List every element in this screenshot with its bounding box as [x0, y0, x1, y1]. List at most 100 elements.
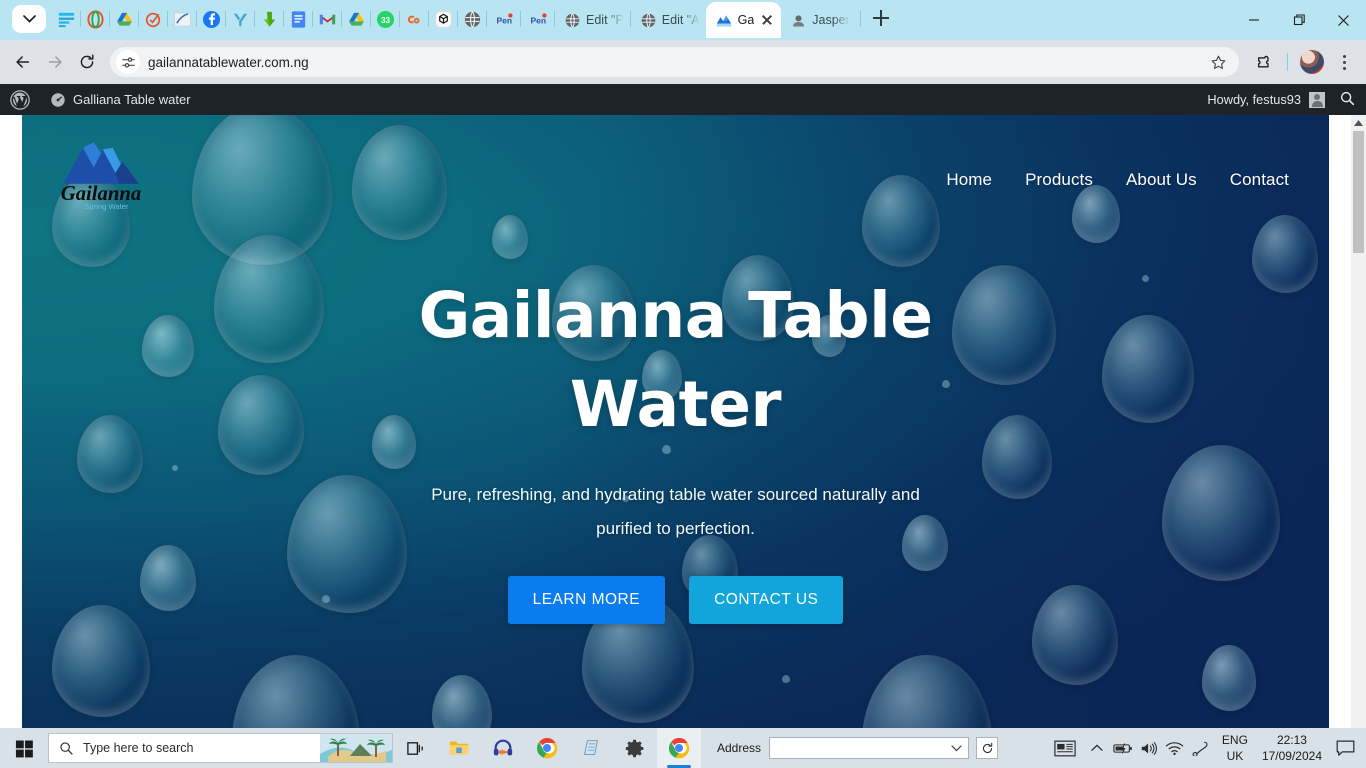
hero-cta-row: LEARN MORE CONTACT US	[507, 575, 844, 624]
pinned-tab-google-drive-2[interactable]	[342, 2, 370, 36]
nav-item-contact[interactable]: Contact	[1230, 170, 1289, 190]
headphones-icon	[493, 739, 513, 756]
pinned-tab-chatgpt[interactable]	[429, 2, 457, 36]
volume-icon	[1141, 741, 1157, 755]
pinned-tab-cpanel[interactable]	[400, 2, 428, 36]
chrome-active-button[interactable]	[657, 728, 701, 768]
facebook-icon	[202, 10, 220, 28]
tab-pen-1[interactable]: Pen	[487, 3, 520, 37]
close-tab-icon[interactable]	[759, 12, 775, 28]
howdy-label[interactable]: Howdy, festus93	[1207, 92, 1301, 107]
tab-edit-a[interactable]: Edit "A	[631, 3, 706, 37]
tab-title: Edit "A	[661, 13, 700, 27]
notepad-button[interactable]	[569, 728, 613, 768]
pinned-tab-facebook[interactable]	[197, 2, 225, 36]
volume-button[interactable]	[1136, 728, 1162, 768]
pen-icon: Pen	[530, 13, 547, 26]
contact-us-button[interactable]: CONTACT US	[689, 575, 844, 624]
globe-icon	[641, 12, 656, 28]
taskbar-search-box[interactable]: Type here to search	[48, 733, 393, 763]
pen-icon	[1192, 741, 1208, 756]
new-tab-button[interactable]	[867, 4, 895, 32]
tab-jasper[interactable]: Jasper	[781, 3, 856, 37]
pinned-tab-google-docs[interactable]	[284, 2, 312, 36]
tab-strip: 33 Pen Pen Edit "P Edit "A Ga Jasper	[0, 0, 1366, 40]
clock[interactable]: 22:13 17/09/2024	[1256, 732, 1328, 764]
tab-gailanna-active[interactable]: Ga	[705, 2, 782, 38]
wp-search-icon[interactable]	[1339, 90, 1356, 110]
back-arrow-icon	[16, 56, 30, 68]
battery-button[interactable]	[1110, 728, 1136, 768]
tab-edit-p[interactable]: Edit "P	[555, 3, 630, 37]
maximize-restore-button[interactable]	[1276, 3, 1321, 37]
clock-date: 17/09/2024	[1261, 749, 1322, 763]
pinned-tab-yandex[interactable]	[226, 2, 254, 36]
file-explorer-button[interactable]	[437, 728, 481, 768]
page-scrollbar[interactable]	[1351, 115, 1366, 768]
jasper-icon	[793, 14, 805, 26]
wp-logo-menu[interactable]	[0, 84, 40, 115]
hero-subtitle: Pure, refreshing, and hydrating table wa…	[431, 484, 920, 538]
nav-item-home[interactable]: Home	[946, 170, 992, 190]
wifi-icon	[1166, 741, 1184, 755]
bookmark-star-icon[interactable]	[1203, 47, 1233, 77]
settings-button[interactable]	[613, 728, 657, 768]
pinned-tab-sketch[interactable]	[168, 2, 196, 36]
scrollbar-thumb[interactable]	[1353, 131, 1364, 253]
wordpress-admin-bar: Galliana Table water Howdy, festus93	[0, 84, 1366, 115]
hero-content: Gailanna Table Water Pure, refreshing, a…	[22, 211, 1329, 768]
close-window-button[interactable]	[1321, 3, 1366, 37]
pinned-tab-download[interactable]	[255, 2, 283, 36]
audacity-button[interactable]	[481, 728, 525, 768]
tab-search-dropdown-button[interactable]	[12, 4, 46, 33]
gear-icon	[625, 739, 643, 757]
site-settings-icon[interactable]	[116, 50, 140, 74]
address-refresh-button[interactable]	[976, 737, 999, 759]
sketch-icon	[173, 11, 191, 27]
site-logo[interactable]: Gailanna Spring Water	[56, 133, 146, 211]
learn-more-button[interactable]: LEARN MORE	[507, 575, 666, 624]
clock-time: 22:13	[1276, 732, 1307, 747]
network-button[interactable]	[1162, 728, 1188, 768]
task-view-button[interactable]	[393, 728, 437, 768]
pinned-tab-blue-lines[interactable]	[52, 2, 80, 36]
notification-center-icon	[1336, 740, 1354, 756]
tab-pen-2[interactable]: Pen	[521, 3, 554, 37]
reload-icon	[80, 54, 94, 69]
forward-button[interactable]	[40, 47, 70, 77]
address-combobox[interactable]	[769, 737, 970, 759]
google-drive-icon	[348, 12, 364, 26]
chevron-down-icon	[951, 744, 962, 751]
chrome-button[interactable]	[525, 728, 569, 768]
minimize-button[interactable]	[1231, 3, 1276, 37]
start-button[interactable]	[0, 728, 48, 768]
pen-icon: Pen	[496, 13, 513, 26]
wp-user-avatar	[1309, 91, 1325, 108]
chrome-menu-button[interactable]	[1330, 47, 1358, 77]
site-name-menu[interactable]: Galliana Table water	[40, 84, 201, 115]
show-hidden-icons-button[interactable]	[1084, 728, 1110, 768]
pinned-tab-opera[interactable]	[81, 2, 109, 36]
pinned-tab-gmail[interactable]	[313, 2, 341, 36]
language-line-2: UK	[1226, 749, 1244, 763]
nav-item-about-us[interactable]: About Us	[1126, 170, 1197, 190]
pinned-tab-zoho[interactable]	[139, 2, 167, 36]
pinned-tab-globe[interactable]	[458, 2, 486, 36]
profile-button[interactable]	[1296, 47, 1328, 77]
chrome-icon	[668, 737, 690, 759]
pinned-tab-google-drive[interactable]	[110, 2, 138, 36]
language-indicator[interactable]: ENG UK	[1214, 732, 1256, 764]
site-header: Gailanna Spring Water Home Products Abou…	[22, 115, 1329, 211]
news-and-interests-button[interactable]	[1046, 728, 1084, 768]
notification-center-button[interactable]	[1328, 728, 1362, 768]
reload-button[interactable]	[72, 47, 102, 77]
back-button[interactable]	[8, 47, 38, 77]
blue-lines-icon	[58, 12, 74, 27]
scroll-up-arrow-icon[interactable]	[1351, 115, 1366, 131]
address-bar[interactable]: gailannatablewater.com.ng	[110, 47, 1239, 77]
pen-menu-button[interactable]	[1188, 728, 1214, 768]
google-docs-icon	[291, 10, 305, 28]
pinned-tab-whatsapp[interactable]: 33	[371, 2, 399, 36]
extensions-button[interactable]	[1247, 47, 1279, 77]
nav-item-products[interactable]: Products	[1025, 170, 1093, 190]
